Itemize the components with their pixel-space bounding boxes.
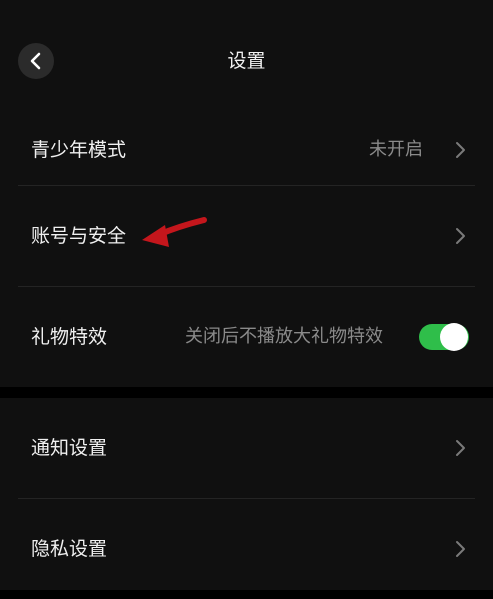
account-security-label: 账号与安全 [31, 225, 127, 247]
gift-effects-toggle[interactable] [419, 323, 469, 351]
settings-group-primary: 青少年模式 未开启 账号与安全 礼物特效 关闭后不播放大礼物特效 [0, 100, 493, 387]
notifications-label: 通知设置 [31, 437, 108, 459]
settings-row-gift-effects: 礼物特效 关闭后不播放大礼物特效 [0, 287, 493, 387]
gift-effects-label: 礼物特效 [31, 326, 108, 348]
annotation-arrow-icon [142, 217, 207, 247]
chevron-right-icon [456, 228, 465, 244]
toggle-knob [440, 323, 468, 351]
teen-mode-label: 青少年模式 [31, 139, 127, 161]
page-title: 设置 [227, 50, 266, 72]
settings-row-notifications[interactable]: 通知设置 [0, 398, 493, 498]
settings-row-account-security[interactable]: 账号与安全 [0, 186, 493, 286]
gift-effects-description: 关闭后不播放大礼物特效 [185, 326, 383, 347]
chevron-right-icon [456, 440, 465, 456]
chevron-right-icon [456, 541, 465, 557]
settings-row-privacy[interactable]: 隐私设置 [0, 499, 493, 599]
header-bar: 设置 [0, 0, 493, 100]
settings-group-secondary: 通知设置 隐私设置 [0, 398, 493, 590]
teen-mode-status: 未开启 [369, 139, 423, 160]
privacy-label: 隐私设置 [31, 538, 108, 560]
chevron-right-icon [456, 142, 465, 158]
